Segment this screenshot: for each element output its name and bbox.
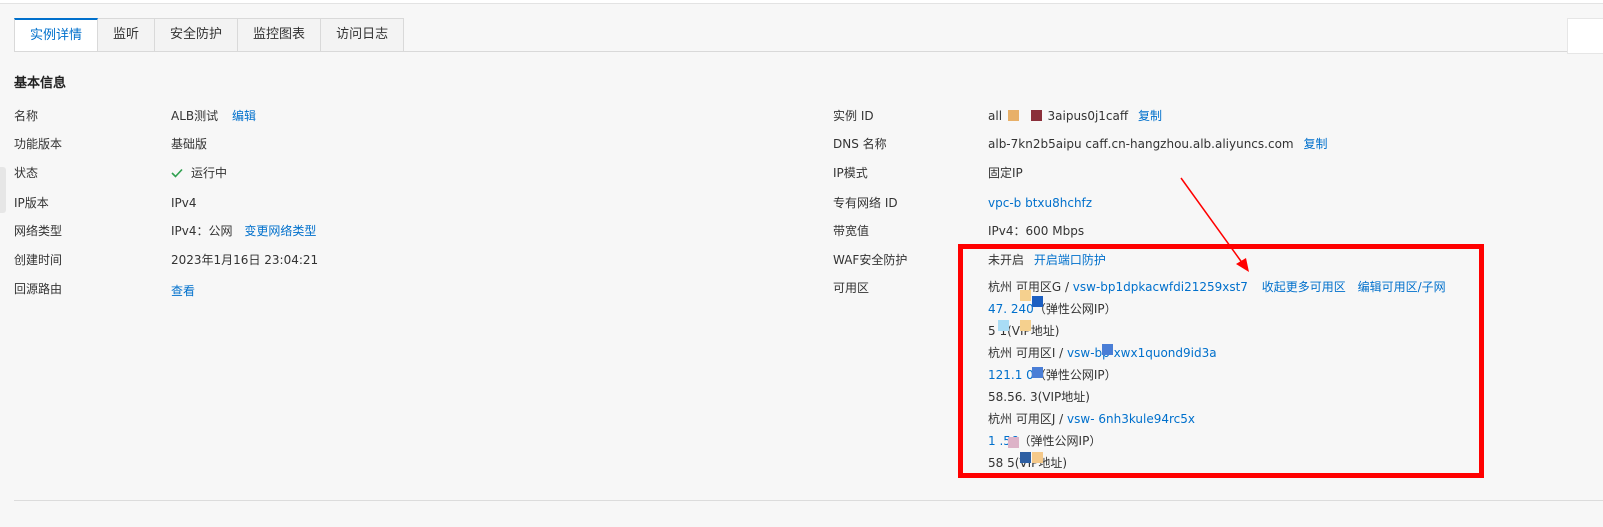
red-arrow-icon [1180,177,1249,272]
bottom-divider [14,500,1603,501]
